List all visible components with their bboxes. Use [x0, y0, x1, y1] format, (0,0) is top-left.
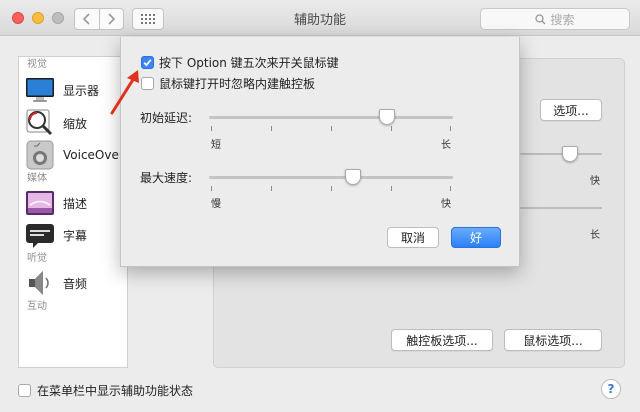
sidebar-item-label: 音频 — [63, 276, 88, 291]
ok-button[interactable]: 好 — [451, 227, 501, 248]
initial-delay-tick — [211, 126, 212, 131]
sidebar-item-captions[interactable]: 字幕 — [19, 219, 127, 251]
display-icon — [25, 75, 55, 105]
max-speed-label: 最大速度: — [140, 171, 193, 185]
trackpad-options-button[interactable]: 触控板选项... — [391, 329, 493, 351]
ignore-trackpad-row[interactable]: 鼠标键打开时忽略内建触控板 — [141, 75, 315, 92]
initial-delay-min-label: 短 — [211, 140, 221, 151]
max-speed-max-label: 快 — [441, 199, 451, 210]
cancel-button[interactable]: 取消 — [387, 227, 439, 248]
max-speed-tick — [271, 186, 272, 191]
sidebar-item-display[interactable]: 显示器 — [19, 73, 127, 107]
help-button[interactable]: ? — [601, 379, 621, 399]
option-toggle-label: 按下 Option 键五次来开关鼠标键 — [159, 56, 339, 70]
max-speed-tick — [211, 186, 212, 191]
sidebar-item-audio[interactable]: 音频 — [19, 267, 127, 299]
initial-delay-label: 初始延迟: — [140, 111, 193, 125]
zoom-icon — [25, 108, 55, 138]
search-icon — [535, 13, 546, 24]
show-status-checkbox[interactable] — [18, 384, 31, 397]
show-status-label: 在菜单栏中显示辅助功能状态 — [37, 384, 194, 398]
captions-icon — [25, 220, 55, 250]
sidebar-item-descriptions[interactable]: 描述 — [19, 187, 127, 219]
max-speed-tick — [331, 186, 332, 191]
search-field[interactable]: 搜索 — [480, 8, 630, 30]
sidebar-section-hearing: 听觉 — [27, 253, 47, 264]
initial-delay-tick — [271, 126, 272, 131]
option-toggle-checkbox[interactable] — [141, 56, 154, 69]
audio-icon — [25, 268, 55, 298]
initial-delay-tick — [331, 126, 332, 131]
bg-slider-track-2[interactable] — [520, 207, 602, 209]
checkmark-icon — [143, 59, 152, 67]
title-bar: 辅助功能 搜索 — [0, 0, 640, 36]
sidebar-item-label: 描述 — [63, 196, 88, 211]
ignore-trackpad-checkbox[interactable] — [141, 77, 154, 90]
bg-slider-max-label-2: 长 — [590, 230, 600, 241]
options-button[interactable]: 选项... — [540, 99, 602, 121]
sidebar-item-voiceover[interactable]: VoiceOver — [19, 139, 127, 171]
initial-delay-tick — [450, 126, 451, 131]
ignore-trackpad-label: 鼠标键打开时忽略内建触控板 — [159, 77, 316, 91]
sidebar: 视觉 显示器 缩放 VoiceOver 媒体 描述 字幕 听觉 音频 互动 — [18, 56, 128, 368]
sidebar-item-label: 字幕 — [63, 228, 88, 243]
initial-delay-thumb[interactable] — [379, 109, 396, 125]
voiceover-icon — [25, 140, 55, 170]
sidebar-section-interaction: 互动 — [27, 301, 47, 312]
sidebar-item-label: 缩放 — [63, 116, 88, 131]
initial-delay-max-label: 长 — [441, 140, 451, 151]
mouse-options-button[interactable]: 鼠标选项... — [504, 329, 602, 351]
bg-slider-max-label-1: 快 — [590, 176, 600, 187]
bg-slider-thumb-1[interactable] — [562, 146, 578, 162]
sidebar-section-vision: 视觉 — [27, 59, 47, 70]
sidebar-item-zoom[interactable]: 缩放 — [19, 107, 127, 139]
sidebar-item-label: VoiceOver — [63, 148, 124, 162]
max-speed-min-label: 慢 — [211, 199, 221, 210]
sidebar-section-media: 媒体 — [27, 173, 47, 184]
initial-delay-track[interactable] — [209, 116, 453, 119]
max-speed-tick — [391, 186, 392, 191]
max-speed-tick — [450, 186, 451, 191]
mouse-keys-options-sheet: 按下 Option 键五次来开关鼠标键 鼠标键打开时忽略内建触控板 初始延迟: … — [120, 37, 520, 267]
option-toggle-row[interactable]: 按下 Option 键五次来开关鼠标键 — [141, 54, 339, 71]
descriptions-icon — [25, 188, 55, 218]
sidebar-item-label: 显示器 — [63, 83, 100, 98]
max-speed-thumb[interactable] — [344, 169, 361, 185]
search-placeholder: 搜索 — [550, 12, 575, 27]
max-speed-track[interactable] — [209, 176, 453, 179]
show-status-in-menu-bar-row[interactable]: 在菜单栏中显示辅助功能状态 — [18, 382, 193, 399]
initial-delay-tick — [391, 126, 392, 131]
bg-slider-track-1[interactable] — [520, 153, 602, 155]
